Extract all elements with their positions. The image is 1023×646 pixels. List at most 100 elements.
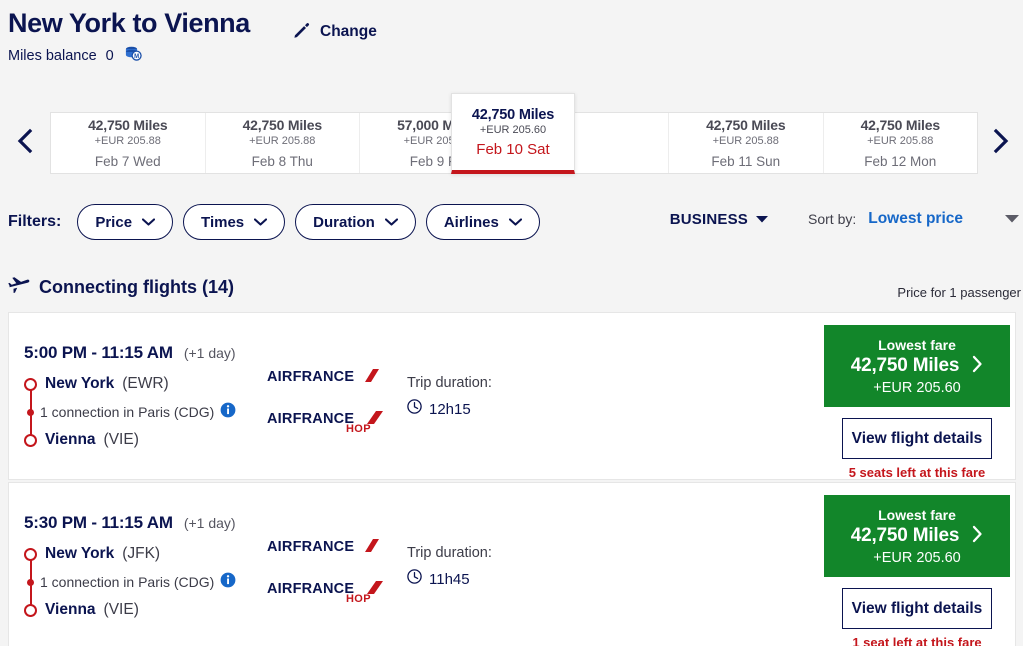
date-day: Feb 7 Wed xyxy=(94,154,161,169)
date-day: Feb 10 Sat xyxy=(476,140,550,158)
cabin-class-selector[interactable]: BUSINESS xyxy=(670,210,768,228)
filters-label: Filters: xyxy=(8,213,62,230)
flight-times: 5:00 PM - 11:15 AM xyxy=(24,343,173,362)
view-flight-details-label: View flight details xyxy=(851,599,983,617)
carousel-next-button[interactable] xyxy=(988,128,1014,158)
miles-balance: Miles balance 0 M xyxy=(8,45,143,67)
sort-value[interactable]: Lowest price xyxy=(868,210,963,228)
fare-label: Lowest fare xyxy=(878,336,956,353)
date-miles: 42,750 Miles xyxy=(471,106,555,123)
date-miles: 42,750 Miles xyxy=(860,117,941,133)
filter-duration-button[interactable]: Duration xyxy=(295,204,416,240)
date-cell[interactable]: 42,750 Miles +EUR 205.88 Feb 7 Wed xyxy=(51,113,206,173)
connection-text: 1 connection in Paris (CDG) xyxy=(40,574,215,590)
origin-stop: New York (EWR) xyxy=(24,371,284,397)
origin-city: New York xyxy=(45,375,115,392)
date-eur: +EUR 205.88 xyxy=(712,135,779,147)
seats-left-note: 5 seats left at this fare xyxy=(848,465,986,480)
chevron-right-icon xyxy=(971,355,983,378)
view-flight-details-button[interactable]: View flight details xyxy=(842,588,992,629)
destination-code: (VIE) xyxy=(103,601,139,618)
date-cell-selected[interactable]: 42,750 Miles +EUR 205.60 Feb 10 Sat xyxy=(451,93,575,174)
date-day: Feb 8 Thu xyxy=(251,154,313,169)
chevron-down-icon xyxy=(141,213,156,231)
destination-city: Vienna xyxy=(45,431,96,448)
date-cell[interactable]: 42,750 Miles +EUR 205.88 Feb 8 Thu xyxy=(206,113,360,173)
flight-card[interactable]: 5:30 PM - 11:15 AM (+1 day) New York (JF… xyxy=(8,482,1016,646)
filter-airlines-button[interactable]: Airlines xyxy=(425,204,540,240)
destination-marker-icon xyxy=(24,603,37,617)
flight-search-results-page: New York to Vienna Change Miles balance … xyxy=(0,0,1023,646)
trip-duration-label: Trip duration: xyxy=(407,375,492,391)
origin-city: New York xyxy=(45,545,115,562)
destination-code: (VIE) xyxy=(103,431,139,448)
svg-text:AIRFRANCE: AIRFRANCE xyxy=(267,539,354,555)
flight-times-row: 5:00 PM - 11:15 AM (+1 day) xyxy=(24,343,236,363)
select-fare-button[interactable]: Lowest fare 42,750 Miles +EUR 205.60 xyxy=(824,495,1010,577)
chevron-right-icon xyxy=(992,128,1010,159)
connection-row: 1 connection in Paris (CDG) xyxy=(24,567,284,597)
connection-marker-icon xyxy=(27,408,34,416)
airline-logos: AIRFRANCE AIRFRANCE HOP xyxy=(267,538,392,615)
connection-marker-icon xyxy=(27,578,34,586)
miles-balance-value: 0 xyxy=(105,48,114,64)
airfrance-hop-logo-icon: AIRFRANCE HOP xyxy=(267,410,392,445)
hop-label: HOP xyxy=(345,423,371,435)
filter-price-button[interactable]: Price xyxy=(77,204,174,240)
info-icon[interactable] xyxy=(220,572,236,593)
date-eur: +EUR 205.60 xyxy=(479,123,547,136)
cabin-class-label: BUSINESS xyxy=(669,210,748,228)
fare-eur: +EUR 205.60 xyxy=(873,549,961,566)
change-search-button[interactable]: Change xyxy=(292,20,377,44)
trip-duration-value: 12h15 xyxy=(429,400,471,418)
trip-duration: Trip duration: 11h45 xyxy=(407,545,492,589)
chevron-left-icon xyxy=(16,128,34,159)
view-flight-details-button[interactable]: View flight details xyxy=(842,418,992,459)
date-cell[interactable]: 42,750 Miles +EUR 205.88 Feb 11 Sun xyxy=(669,113,824,173)
trip-duration-value: 11h45 xyxy=(429,570,470,588)
destination-stop: Vienna (VIE) xyxy=(24,427,284,453)
flight-times: 5:30 PM - 11:15 AM xyxy=(24,513,173,532)
filter-label: Airlines xyxy=(443,213,499,231)
flight-card[interactable]: 5:00 PM - 11:15 AM (+1 day) New York (EW… xyxy=(8,312,1016,480)
trip-duration: Trip duration: 12h15 xyxy=(407,375,492,419)
origin-marker-icon xyxy=(24,377,37,391)
airfrance-logo-icon: AIRFRANCE xyxy=(267,538,392,560)
caret-down-icon xyxy=(756,210,768,228)
airplane-icon xyxy=(8,275,30,300)
flight-route: New York (JFK) 1 connection in Paris (CD… xyxy=(24,541,284,623)
cabin-and-sort-controls: BUSINESS Sort by: Lowest price xyxy=(670,210,1019,228)
hop-label: HOP xyxy=(345,593,371,605)
page-header: New York to Vienna xyxy=(8,6,250,40)
seats-left-note: 1 seat left at this fare xyxy=(852,635,982,646)
airfrance-logo-icon: AIRFRANCE xyxy=(267,368,392,390)
destination-city: Vienna xyxy=(45,601,96,618)
pencil-icon xyxy=(292,20,311,44)
plus-day-note: (+1 day) xyxy=(183,515,236,531)
connection-row: 1 connection in Paris (CDG) xyxy=(24,397,284,427)
flight-times-row: 5:30 PM - 11:15 AM (+1 day) xyxy=(24,513,236,533)
page-title: New York to Vienna xyxy=(8,8,250,38)
clock-icon xyxy=(407,399,422,419)
origin-marker-icon xyxy=(24,547,37,561)
date-day: Feb 12 Mon xyxy=(864,154,937,169)
select-fare-button[interactable]: Lowest fare 42,750 Miles +EUR 205.60 xyxy=(824,325,1010,407)
fare-eur: +EUR 205.60 xyxy=(873,379,961,396)
origin-code: (EWR) xyxy=(122,375,169,392)
caret-down-icon[interactable] xyxy=(1005,210,1019,228)
svg-text:M: M xyxy=(134,54,139,60)
filter-label: Price xyxy=(95,213,133,231)
section-title: Connecting flights (14) xyxy=(39,277,234,297)
carousel-prev-button[interactable] xyxy=(12,128,38,158)
info-icon[interactable] xyxy=(220,402,236,423)
date-day: Feb 11 Sun xyxy=(711,154,781,169)
change-label: Change xyxy=(320,23,377,40)
origin-stop: New York (JFK) xyxy=(24,541,284,567)
price-per-passenger-note: Price for 1 passenger xyxy=(897,285,1021,300)
date-eur: +EUR 205.88 xyxy=(249,135,316,147)
filter-label: Duration xyxy=(313,213,375,231)
date-cell[interactable]: 42,750 Miles +EUR 205.88 Feb 12 Mon xyxy=(824,113,978,173)
filter-times-button[interactable]: Times xyxy=(183,204,286,240)
miles-balance-label: Miles balance xyxy=(8,48,97,64)
chevron-down-icon xyxy=(254,213,268,231)
